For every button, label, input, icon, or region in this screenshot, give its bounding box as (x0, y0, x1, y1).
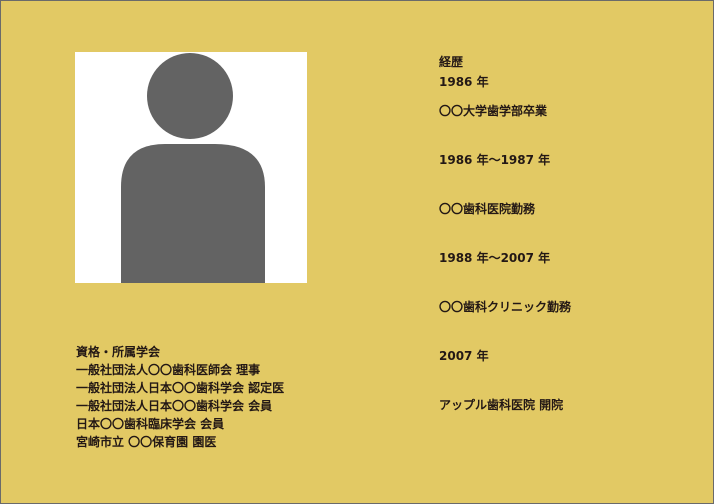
profile-photo-placeholder (75, 52, 307, 283)
career-section: 経歴 1986 年 〇〇大学歯学部卒業 1986 年〜1987 年 〇〇歯科医院… (439, 52, 699, 444)
career-entry: 〇〇大学歯学部卒業 (439, 104, 548, 118)
career-heading: 経歴 (439, 55, 464, 69)
qualification-item: 一般社団法人日本〇〇歯科学会 認定医 (76, 381, 285, 395)
qualifications-section: 資格・所属学会 一般社団法人〇〇歯科医師会 理事 一般社団法人日本〇〇歯科学会 … (76, 343, 396, 451)
career-year: 1988 年〜2007 年 (439, 251, 551, 265)
career-entry: 〇〇歯科クリニック勤務 (439, 300, 572, 314)
qualification-item: 日本〇〇歯科臨床学会 会員 (76, 417, 225, 431)
career-year: 1986 年〜1987 年 (439, 153, 551, 167)
qualifications-heading: 資格・所属学会 (76, 345, 161, 359)
qualification-item: 宮崎市立 〇〇保育園 園医 (76, 435, 217, 449)
career-year: 2007 年 (439, 349, 489, 363)
qualification-item: 一般社団法人〇〇歯科医師会 理事 (76, 363, 261, 377)
person-silhouette-icon (121, 53, 265, 283)
profile-card: 資格・所属学会 一般社団法人〇〇歯科医師会 理事 一般社団法人日本〇〇歯科学会 … (0, 0, 714, 504)
qualification-item: 一般社団法人日本〇〇歯科学会 会員 (76, 399, 273, 413)
career-entry: アップル歯科医院 開院 (439, 398, 564, 412)
career-entry: 〇〇歯科医院勤務 (439, 202, 536, 216)
career-year: 1986 年 (439, 75, 489, 89)
